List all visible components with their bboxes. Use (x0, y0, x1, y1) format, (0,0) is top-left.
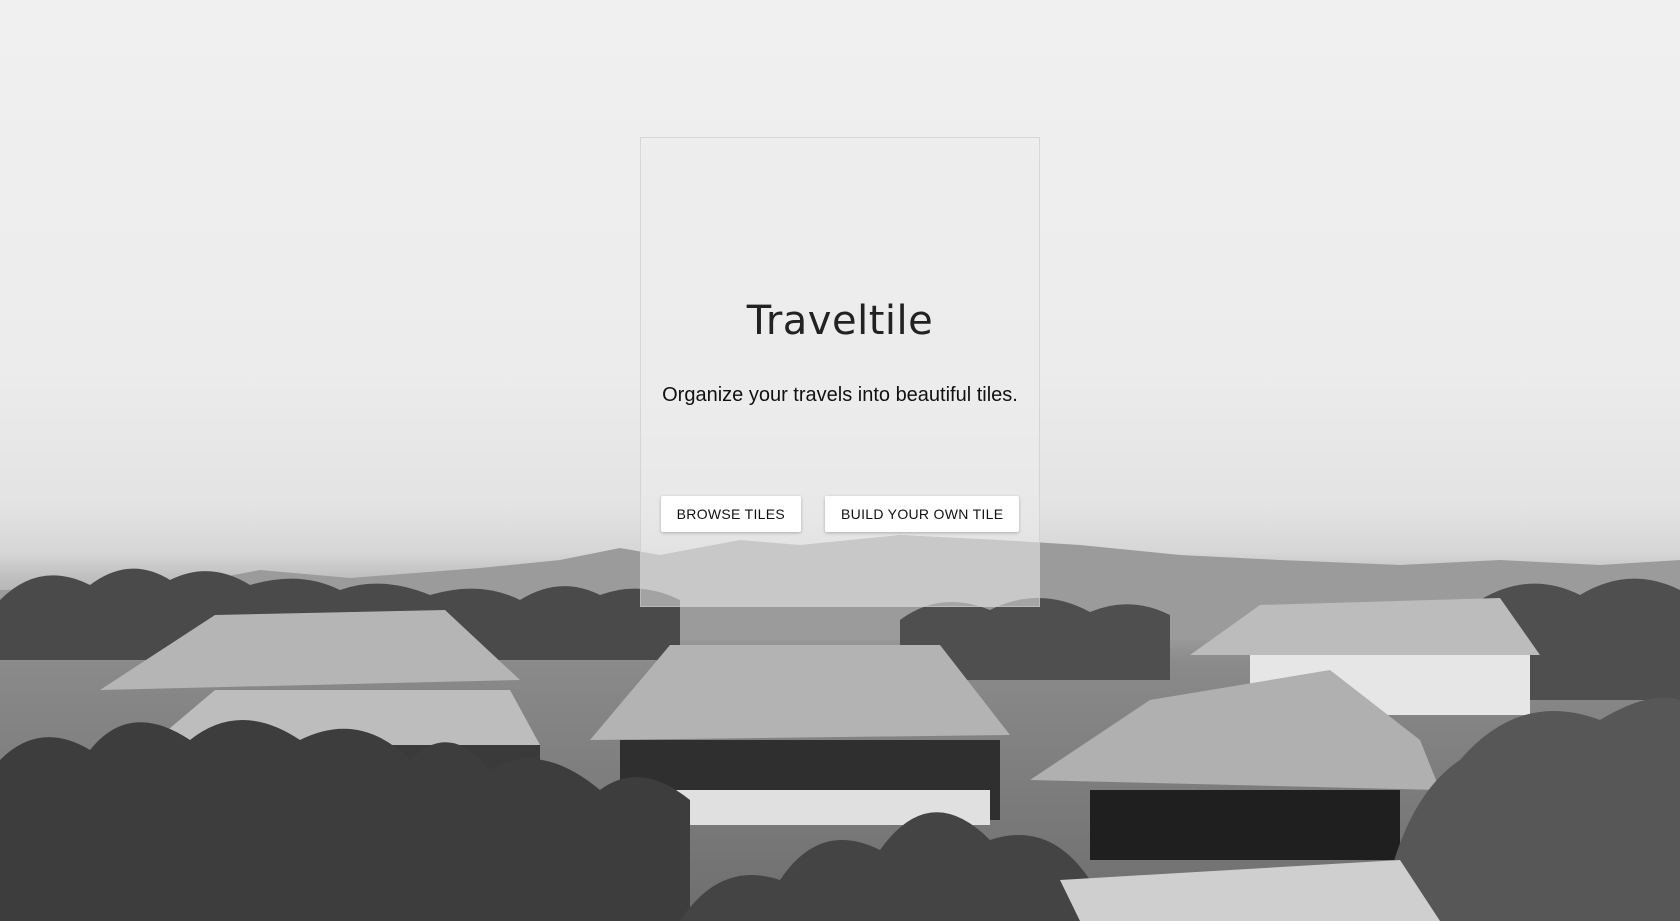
hero-card: Traveltile Organize your travels into be… (640, 137, 1040, 607)
build-own-tile-button[interactable]: BUILD YOUR OWN TILE (825, 496, 1020, 532)
landing-page: Traveltile Organize your travels into be… (0, 0, 1680, 921)
browse-tiles-button[interactable]: BROWSE TILES (660, 496, 802, 532)
app-title: Traveltile (746, 298, 934, 344)
app-tagline: Organize your travels into beautiful til… (662, 384, 1018, 406)
cta-button-row: BROWSE TILES BUILD YOUR OWN TILE (641, 496, 1039, 532)
